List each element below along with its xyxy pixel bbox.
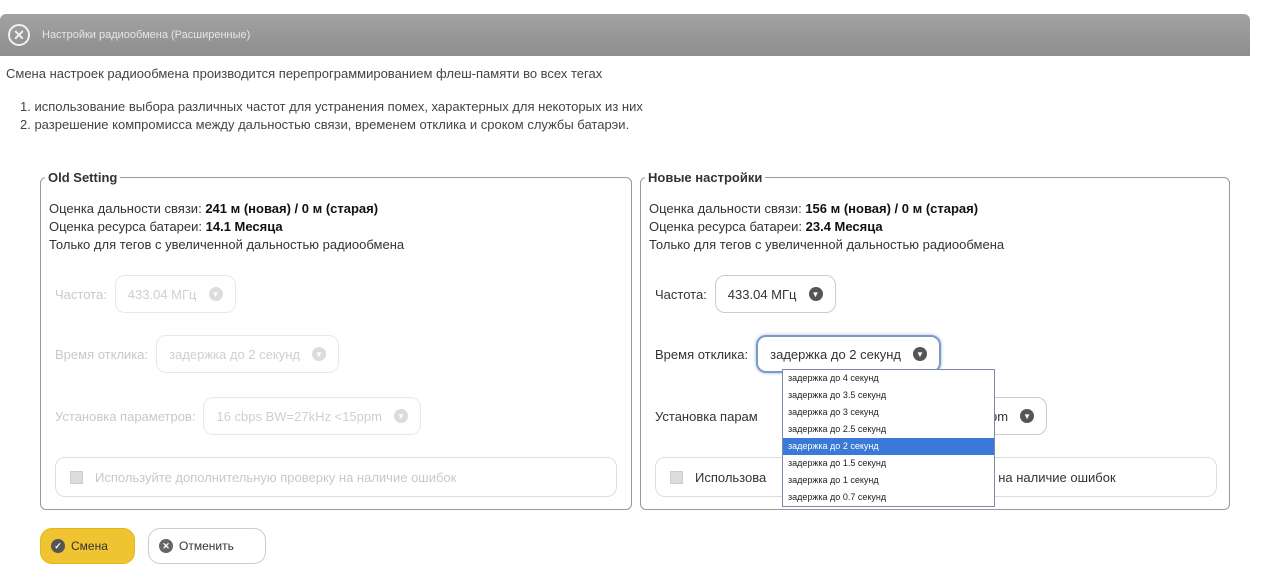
check-icon: ✓: [51, 539, 65, 553]
intro-text: Смена настроек радиообмена производится …: [6, 66, 603, 81]
new-response-label: Время отклика:: [655, 346, 749, 362]
old-params-value: 16 cbps BW=27kHz <15ppm: [216, 408, 382, 424]
dropdown-option[interactable]: задержка до 3.5 секунд: [783, 387, 994, 404]
old-params-row: Установка параметров: 16 cbps BW=27kHz <…: [55, 397, 421, 435]
chevron-down-icon: ▼: [393, 409, 408, 423]
old-battery-label: Оценка ресурса батареи:: [49, 219, 202, 234]
dialog-title: Настройки радиообмена (Расширенные): [42, 29, 251, 41]
old-params-select: 16 cbps BW=27kHz <15ppm ▼: [203, 397, 421, 435]
new-range-estimate: Оценка дальности связи: 156 м (новая) / …: [649, 201, 978, 216]
new-battery-estimate: Оценка ресурса батареи: 23.4 Месяца: [649, 219, 883, 234]
reasons-list: 1. использование выбора различных частот…: [20, 98, 643, 134]
old-params-label: Установка параметров:: [55, 408, 196, 424]
dropdown-option[interactable]: задержка до 1 секунд: [783, 472, 994, 489]
new-response-row: Время отклика: задержка до 2 секунд ▼: [655, 335, 941, 373]
old-response-value: задержка до 2 секунд: [169, 346, 300, 362]
old-frequency-label: Частота:: [55, 286, 107, 302]
chevron-down-icon: ▼: [808, 287, 823, 301]
old-battery-value: 14.1 Месяца: [205, 219, 283, 234]
new-frequency-row: Частота: 433.04 МГц ▼: [655, 275, 836, 313]
old-response-label: Время отклика:: [55, 346, 149, 362]
dropdown-option[interactable]: задержка до 0.7 секунд: [783, 489, 994, 506]
chevron-down-icon: ▼: [1020, 409, 1035, 423]
new-frequency-select[interactable]: 433.04 МГц ▼: [714, 275, 836, 313]
new-frequency-label: Частота:: [655, 286, 707, 302]
cancel-button-label: Отменить: [179, 539, 234, 553]
chevron-down-icon: ▼: [208, 287, 223, 301]
dialog-titlebar: ✕ Настройки радиообмена (Расширенные): [0, 14, 1250, 56]
dropdown-option-selected[interactable]: задержка до 2 секунд: [783, 438, 994, 455]
dropdown-option[interactable]: задержка до 3 секунд: [783, 404, 994, 421]
dropdown-option[interactable]: задержка до 2.5 секунд: [783, 421, 994, 438]
apply-button[interactable]: ✓ Смена: [40, 528, 135, 564]
chevron-down-icon: ▼: [912, 347, 927, 361]
old-settings-panel: Old Setting Оценка дальности связи: 241 …: [40, 170, 632, 510]
new-response-value: задержка до 2 секунд: [770, 346, 901, 362]
new-params-label: Установка парам: [655, 408, 758, 424]
new-battery-label: Оценка ресурса батареи:: [649, 219, 802, 234]
dropdown-option[interactable]: задержка до 1.5 секунд: [783, 455, 994, 472]
new-range-value: 156 м (новая) / 0 м (старая): [805, 201, 979, 216]
old-settings-legend: Old Setting: [48, 170, 118, 185]
old-frequency-value: 433.04 МГц: [127, 286, 197, 302]
old-frequency-select: 433.04 МГц ▼: [114, 275, 236, 313]
old-response-row: Время отклика: задержка до 2 секунд ▼: [55, 335, 339, 373]
close-icon: ✕: [159, 539, 173, 553]
dropdown-option[interactable]: задержка до 4 секунд: [783, 370, 994, 387]
old-range-value: 241 м (новая) / 0 м (старая): [205, 201, 379, 216]
old-error-check-row: Используйте дополнительную проверку на н…: [55, 457, 617, 497]
old-range-label: Оценка дальности связи:: [49, 201, 202, 216]
apply-button-label: Смена: [71, 539, 108, 553]
chevron-down-icon: ▼: [311, 347, 326, 361]
old-response-select: задержка до 2 секунд ▼: [156, 335, 339, 373]
old-frequency-row: Частота: 433.04 МГц ▼: [55, 275, 236, 313]
new-error-check-label-start: Использова: [695, 469, 767, 485]
new-note: Только для тегов с увеличенной дальность…: [649, 237, 1005, 252]
new-battery-value: 23.4 Месяца: [805, 219, 883, 234]
new-error-check-label-end: на наличие ошибок: [998, 469, 1116, 485]
old-range-estimate: Оценка дальности связи: 241 м (новая) / …: [49, 201, 378, 216]
old-error-checkbox: [70, 470, 83, 484]
old-battery-estimate: Оценка ресурса батареи: 14.1 Месяца: [49, 219, 283, 234]
old-error-check-label: Используйте дополнительную проверку на н…: [95, 469, 457, 485]
new-frequency-value: 433.04 МГц: [727, 286, 797, 302]
new-error-checkbox[interactable]: [670, 470, 683, 484]
new-response-select[interactable]: задержка до 2 секунд ▼: [756, 335, 941, 373]
response-time-dropdown[interactable]: задержка до 4 секунд задержка до 3.5 сек…: [782, 369, 995, 507]
close-icon[interactable]: ✕: [8, 24, 30, 46]
new-settings-legend: Новые настройки: [648, 170, 763, 185]
cancel-button[interactable]: ✕ Отменить: [148, 528, 266, 564]
reason-item: 2. разрешение компромисса между дальност…: [20, 117, 630, 132]
reason-item: 1. использование выбора различных частот…: [20, 99, 643, 114]
new-range-label: Оценка дальности связи:: [649, 201, 802, 216]
old-note: Только для тегов с увеличенной дальность…: [49, 237, 405, 252]
